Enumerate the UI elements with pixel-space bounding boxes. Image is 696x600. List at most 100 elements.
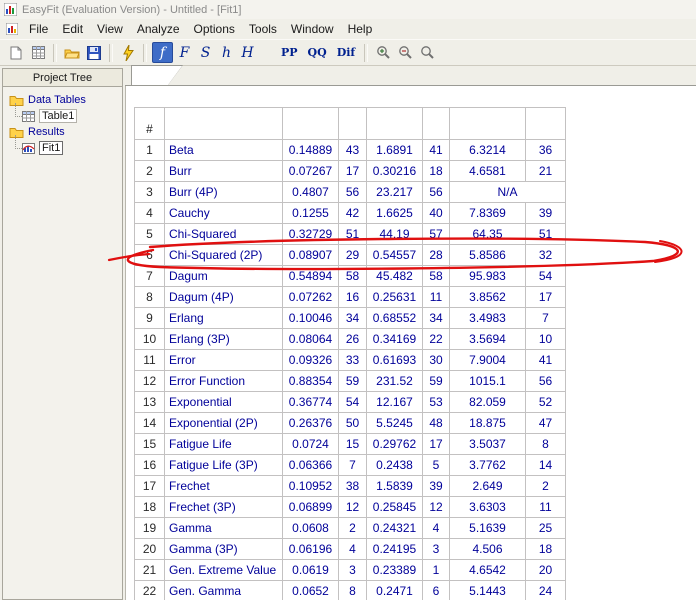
cell-ad-rank: 41 [423,140,450,161]
cell-index: 4 [135,203,165,224]
table-row[interactable]: 9Erlang0.10046340.68552343.49837 [135,308,566,329]
fit-button-S[interactable]: S [196,43,215,62]
table-row[interactable]: 10Erlang (3P)0.08064260.34169223.569410 [135,329,566,350]
fit-document-tab[interactable] [131,65,183,85]
cell-ad-rank: 57 [423,224,450,245]
project-tree: Data Tables Table1 Results [3,87,122,156]
qq-plot-button[interactable]: QQ [304,43,331,62]
cell-chi-rank: 41 [526,350,566,371]
table-row[interactable]: 16Fatigue Life (3P)0.0636670.243853.7762… [135,455,566,476]
cell-chi-statistic: 7.9004 [450,350,526,371]
fit-button-h[interactable]: h [217,43,236,62]
table-row[interactable]: 19Gamma0.060820.2432145.163925 [135,518,566,539]
cell-ks-rank: 59 [339,371,367,392]
cell-ad-statistic: 0.24195 [367,539,423,560]
table-row[interactable]: 18Frechet (3P)0.06899120.25845123.630311 [135,497,566,518]
cell-distribution: Erlang [165,308,283,329]
table-row[interactable]: 4Cauchy0.1255421.6625407.836939 [135,203,566,224]
pp-plot-button[interactable]: PP [277,43,302,62]
fit-distributions-button[interactable] [117,43,139,63]
diff-plot-button[interactable]: Dif [333,43,359,62]
fit-result-icon [22,143,35,154]
cell-ks-statistic: 0.36774 [283,392,339,413]
cell-distribution: Gen. Extreme Value [165,560,283,581]
table-row[interactable]: 6Chi-Squared (2P)0.08907290.54557285.858… [135,245,566,266]
tree-item-table1[interactable]: Table1 [3,108,122,124]
table-row[interactable]: 20Gamma (3P)0.0619640.2419534.50618 [135,539,566,560]
cell-chi-statistic: 6.3214 [450,140,526,161]
app-window: EasyFit (Evaluation Version) - Untitled … [0,0,696,600]
menu-edit[interactable]: Edit [55,20,90,38]
table-row[interactable]: 11Error0.09326330.61693307.900441 [135,350,566,371]
zoom-out-button[interactable] [394,43,416,63]
table-row[interactable]: 12Error Function0.8835459231.52591015.15… [135,371,566,392]
open-button[interactable] [61,43,83,63]
tree-item-fit1[interactable]: Fit1 [3,140,122,156]
project-tree-title: Project Tree [3,69,122,87]
cell-distribution: Burr [165,161,283,182]
table-row[interactable]: 2Burr0.07267170.30216184.658121 [135,161,566,182]
cell-index: 18 [135,497,165,518]
cell-chi-statistic: 3.4983 [450,308,526,329]
cell-ks-rank: 2 [339,518,367,539]
menu-view[interactable]: View [90,20,130,38]
table-header-row: # [135,108,566,140]
table-row[interactable]: 1Beta0.14889431.6891416.321436 [135,140,566,161]
menu-options[interactable]: Options [187,20,242,38]
cell-ad-rank: 22 [423,329,450,350]
new-table-button[interactable] [27,43,49,63]
save-button[interactable] [83,43,105,63]
table-row[interactable]: 17Frechet0.10952381.5839392.6492 [135,476,566,497]
menu-analyze[interactable]: Analyze [130,20,187,38]
zoom-in-button[interactable] [372,43,394,63]
cell-distribution: Chi-Squared [165,224,283,245]
cell-distribution: Gamma (3P) [165,539,283,560]
cell-chi-statistic: 4.6542 [450,560,526,581]
table-row[interactable]: 5Chi-Squared0.327295144.195764.3551 [135,224,566,245]
zoom-default-icon [420,45,435,60]
cell-distribution: Exponential (2P) [165,413,283,434]
cell-chi-rank: 11 [526,497,566,518]
table-row[interactable]: 7Dagum0.548945845.4825895.98354 [135,266,566,287]
cell-ad-rank: 4 [423,518,450,539]
ks-statistic-column-header [283,108,339,140]
cell-chi-statistic: 82.059 [450,392,526,413]
menu-window[interactable]: Window [284,20,341,38]
cell-ks-rank: 17 [339,161,367,182]
cell-ks-rank: 58 [339,266,367,287]
table-row[interactable]: 15Fatigue Life0.0724150.29762173.50378 [135,434,566,455]
fit-button-H[interactable]: H [238,43,257,62]
table-row[interactable]: 22Gen. Gamma0.065280.247165.144324 [135,581,566,600]
cell-chi-rank: 56 [526,371,566,392]
cell-chi-rank: 18 [526,539,566,560]
cell-distribution: Frechet [165,476,283,497]
fit-button-f[interactable]: f [152,42,173,63]
open-icon [64,47,80,59]
cell-ks-rank: 7 [339,455,367,476]
table-row[interactable]: 3Burr (4P)0.48075623.21756N/A [135,182,566,203]
table-row[interactable]: 14Exponential (2P)0.26376505.52454818.87… [135,413,566,434]
cell-ad-rank: 59 [423,371,450,392]
zoom-default-button[interactable] [416,43,438,63]
cell-distribution: Frechet (3P) [165,497,283,518]
menu-tools[interactable]: Tools [242,20,284,38]
cell-distribution: Exponential [165,392,283,413]
new-document-icon [10,46,22,60]
cell-index: 13 [135,392,165,413]
cell-chi-rank: 21 [526,161,566,182]
distribution-column-header [165,108,283,140]
table-row[interactable]: 8Dagum (4P)0.07262160.25631113.856217 [135,287,566,308]
table-row[interactable]: 13Exponential0.367745412.1675382.05952 [135,392,566,413]
title-bar: EasyFit (Evaluation Version) - Untitled … [0,0,696,19]
cell-ks-statistic: 0.0608 [283,518,339,539]
fit-button-F[interactable]: F [175,43,194,62]
cell-ks-rank: 33 [339,350,367,371]
menu-help[interactable]: Help [341,20,380,38]
cell-chi-statistic: 5.8586 [450,245,526,266]
table-row[interactable]: 21Gen. Extreme Value0.061930.2338914.654… [135,560,566,581]
new-document-button[interactable] [5,43,27,63]
cell-chi-rank: 24 [526,581,566,600]
cell-chi-statistic: 4.6581 [450,161,526,182]
menu-file[interactable]: File [22,20,55,38]
cell-ad-rank: 39 [423,476,450,497]
